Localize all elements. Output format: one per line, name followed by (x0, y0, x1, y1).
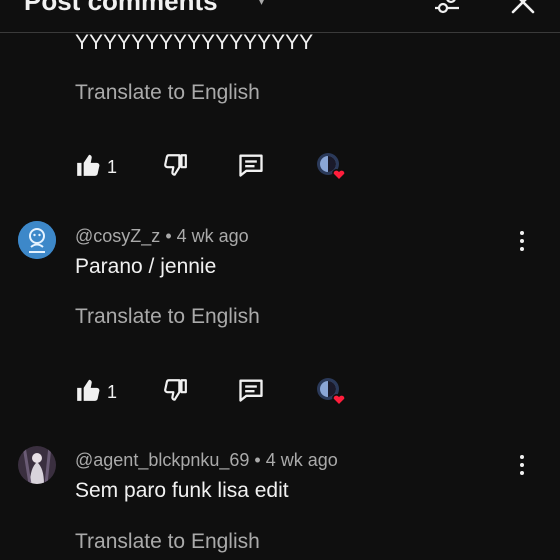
dislike-button[interactable] (162, 375, 188, 409)
thumbs-up-icon (75, 377, 101, 408)
comment-age: 4 wk ago (176, 226, 249, 246)
translate-link[interactable]: Translate to English (75, 305, 260, 329)
comments-header: Post comments ▾ (0, 0, 560, 33)
comment-age: 4 wk ago (265, 450, 338, 470)
filter-icon[interactable] (432, 0, 462, 25)
close-icon[interactable] (508, 0, 538, 25)
comment-text: Parano / jennie (75, 255, 217, 278)
avatar[interactable] (18, 221, 56, 259)
more-options-button[interactable] (512, 453, 532, 477)
dislike-button[interactable] (162, 150, 188, 184)
reply-button[interactable] (237, 375, 265, 409)
thumbs-up-icon (75, 152, 101, 183)
like-count: 1 (107, 381, 118, 402)
meta-separator: • (165, 226, 172, 246)
like-count: 1 (107, 156, 118, 177)
comment-actions: 1 (75, 150, 375, 184)
comment-meta: @agent_blckpnku_69 • 4 wk ago (75, 450, 338, 471)
meta-separator: • (254, 450, 261, 470)
comment-meta: @cosyZ_z • 4 wk ago (75, 226, 249, 247)
comment-text: YYYYYYYYYYYYYYYYY (75, 31, 314, 54)
creator-heart-icon (317, 153, 346, 182)
comment-actions: 1 (75, 375, 375, 409)
creator-heart-icon (317, 378, 346, 407)
reply-comment-icon (237, 376, 265, 409)
comment-author[interactable]: @cosyZ_z (75, 226, 160, 246)
header-title: Post comments (24, 0, 218, 16)
translate-link[interactable]: Translate to English (75, 530, 260, 554)
reply-button[interactable] (237, 150, 265, 184)
reply-comment-icon (237, 151, 265, 184)
comment-author[interactable]: @agent_blckpnku_69 (75, 450, 249, 470)
comment-text: Sem paro funk lisa edit (75, 479, 289, 502)
thumbs-down-icon (162, 377, 188, 408)
sort-chevron-icon[interactable]: ▾ (258, 0, 265, 9)
more-options-button[interactable] (512, 229, 532, 253)
like-button[interactable]: 1 (75, 150, 117, 184)
like-button[interactable]: 1 (75, 375, 117, 409)
thumbs-down-icon (162, 152, 188, 183)
translate-link[interactable]: Translate to English (75, 81, 260, 105)
avatar[interactable] (18, 446, 56, 484)
